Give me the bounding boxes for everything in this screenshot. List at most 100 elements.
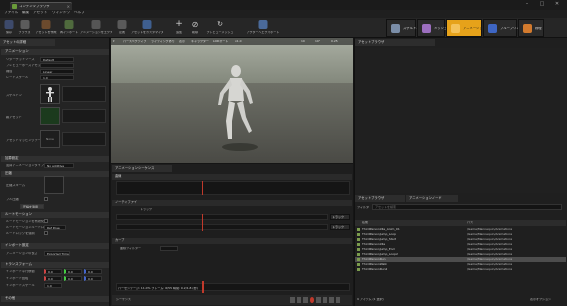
animation-length-dropdown[interactable]: Exported Time bbox=[44, 251, 70, 256]
section-curves[interactable]: 曲線 bbox=[112, 174, 352, 180]
skip-forward-icon[interactable] bbox=[329, 297, 334, 303]
create-asset-button[interactable]: アセットを作成 bbox=[34, 20, 58, 37]
import-scale-input[interactable]: 1.0 bbox=[44, 283, 62, 288]
minimize-button[interactable]: – bbox=[520, 1, 534, 8]
sequence-tab[interactable]: アニメーションシーケンス bbox=[112, 165, 172, 172]
import-translation-z[interactable]: 0.0 bbox=[84, 269, 102, 274]
enable-root-motion-checkbox[interactable] bbox=[44, 219, 48, 223]
define-button[interactable]: 定義 bbox=[114, 20, 130, 37]
asset-name: ThirdPersonJump_Start bbox=[362, 238, 397, 241]
step-forward-icon[interactable] bbox=[322, 297, 327, 303]
menu-asset[interactable]: アセット bbox=[33, 11, 47, 15]
curve-filter-input[interactable] bbox=[160, 246, 178, 251]
rotation-snap-button[interactable]: 10° bbox=[315, 40, 320, 43]
section-transform[interactable]: トランスフォーム bbox=[1, 262, 109, 268]
close-window-button[interactable]: ✕ bbox=[550, 1, 564, 8]
step-back-icon[interactable] bbox=[296, 297, 301, 303]
grid-snap-button[interactable]: 10 bbox=[301, 40, 305, 43]
customize-asset-button[interactable]: アセットをカスタマイズ bbox=[131, 20, 163, 37]
import-rotation-y[interactable]: 0.0 bbox=[64, 276, 82, 281]
import-rotation-x[interactable]: 0.0 bbox=[44, 276, 62, 281]
import-translation-y[interactable]: 0.0 bbox=[64, 269, 82, 274]
asset-row[interactable]: ThirdPersonRun2/Game/Mannequin/Animation… bbox=[355, 267, 566, 272]
preview-pose-field[interactable] bbox=[40, 63, 74, 68]
viewport[interactable]: ▾ パースペクティブ ライティングあり 表示 キャラクター LODオート x1.… bbox=[111, 38, 353, 163]
document-tab[interactable]: コンテンツブラウザ × bbox=[10, 2, 72, 10]
skeleton-picker[interactable] bbox=[62, 86, 106, 102]
compression-checkbox[interactable] bbox=[44, 197, 48, 201]
mapping-table-thumbnail[interactable]: None bbox=[40, 130, 60, 148]
notify-track-1[interactable] bbox=[116, 214, 328, 220]
scale-snap-button[interactable]: 0.25 bbox=[331, 40, 338, 43]
add-button[interactable]: + 追加 bbox=[172, 20, 186, 37]
section-animation[interactable]: アニメーション bbox=[1, 49, 109, 55]
maximize-button[interactable]: □ bbox=[535, 1, 549, 8]
parent-asset-thumbnail[interactable] bbox=[40, 107, 60, 125]
skip-back-icon[interactable] bbox=[290, 297, 295, 303]
scrub-playhead[interactable] bbox=[202, 281, 204, 293]
lit-button[interactable]: ライティングあり bbox=[151, 40, 175, 43]
remove-button[interactable]: ⊘ 削除 bbox=[188, 20, 202, 37]
additive-type-dropdown[interactable]: No additive bbox=[44, 163, 74, 168]
notify-track-2[interactable] bbox=[116, 224, 328, 230]
section-misc[interactable]: その他 bbox=[1, 296, 109, 302]
play-icon[interactable] bbox=[316, 297, 321, 303]
notify-track-2-menu[interactable]: トラック bbox=[330, 224, 350, 230]
asset-browser-tab[interactable]: アセットブラウザ bbox=[355, 195, 405, 202]
section-import[interactable]: インポート設定 bbox=[1, 243, 109, 249]
mode-skeleton[interactable]: スケルトン bbox=[386, 19, 419, 37]
export-animation-button[interactable]: アニメーションをエクスポート bbox=[80, 20, 112, 37]
view-options-button[interactable]: 表示オプション bbox=[530, 298, 551, 301]
details-tab[interactable]: アセットの詳細 bbox=[0, 39, 55, 46]
compression-scheme-thumbnail[interactable] bbox=[44, 176, 64, 194]
import-rotation-z[interactable]: 0.0 bbox=[84, 276, 102, 281]
mode-animation[interactable]: アニメーション bbox=[446, 19, 486, 37]
preview-mesh-button[interactable]: ↻ プレビューメッシュ bbox=[204, 20, 236, 37]
section-notifies[interactable]: ノーティファイ bbox=[112, 200, 352, 206]
rate-scale-input[interactable]: 1.0 bbox=[40, 75, 74, 80]
mode-physics[interactable]: 物理 bbox=[518, 19, 544, 37]
mapping-table-picker[interactable] bbox=[62, 132, 106, 146]
root-motion-lock-dropdown[interactable]: Ref Pose bbox=[44, 225, 66, 230]
force-root-lock-checkbox[interactable] bbox=[44, 231, 48, 235]
asset-path: /Game/Mannequin/Animations bbox=[467, 268, 513, 271]
retarget-source-dropdown[interactable]: Default bbox=[40, 57, 74, 62]
skeleton-thumbnail[interactable] bbox=[40, 84, 60, 104]
menu-window[interactable]: ウィンドウ bbox=[52, 11, 70, 15]
parent-asset-picker[interactable] bbox=[62, 109, 106, 123]
mode-blueprint[interactable]: ブループリント bbox=[483, 19, 523, 37]
apply-compression-button[interactable]: 圧縮を適用 bbox=[20, 204, 44, 209]
mesh-icon bbox=[422, 24, 431, 33]
reimport-button[interactable]: 再インポート bbox=[59, 20, 79, 37]
export-actor-button[interactable]: アクターへエクスポート bbox=[240, 20, 286, 37]
column-path[interactable]: パス bbox=[467, 221, 473, 224]
lod-button[interactable]: LODオート bbox=[213, 40, 228, 43]
section-root-motion[interactable]: ルートモーション bbox=[1, 212, 109, 218]
loop-icon[interactable] bbox=[335, 297, 340, 303]
preview-settings-tab[interactable]: アセットブラウザ bbox=[355, 39, 435, 46]
record-icon[interactable] bbox=[309, 297, 314, 303]
reverse-play-icon[interactable] bbox=[303, 297, 308, 303]
mode-mesh[interactable]: メッシュ bbox=[417, 19, 447, 37]
import-translation-x[interactable]: 0.0 bbox=[44, 269, 62, 274]
menu-edit[interactable]: 編集 bbox=[22, 11, 29, 15]
viewport-options-button[interactable]: ▾ bbox=[113, 40, 115, 43]
close-tab-icon[interactable]: × bbox=[67, 4, 70, 9]
section-curve-editor[interactable]: カーブ bbox=[112, 238, 352, 244]
section-additive[interactable]: 加算設定 bbox=[1, 156, 109, 162]
preview-mesh-label: プレビューメッシュ bbox=[206, 31, 234, 34]
asset-search-input[interactable] bbox=[372, 204, 562, 210]
perspective-button[interactable]: パースペクティブ bbox=[123, 40, 146, 43]
save-button[interactable]: 保存 bbox=[2, 20, 16, 37]
menu-help[interactable]: ヘルプ bbox=[74, 11, 85, 15]
playback-speed-button[interactable]: x1.0 bbox=[235, 40, 242, 43]
menu-file[interactable]: ファイル bbox=[4, 11, 18, 15]
show-button[interactable]: 表示 bbox=[179, 40, 185, 43]
notify-track-1-menu[interactable]: トラック bbox=[330, 214, 350, 220]
browse-button[interactable]: ブラウズ bbox=[16, 20, 33, 37]
anim-nodes-tab[interactable]: アニメーションノード bbox=[406, 195, 458, 202]
character-button[interactable]: キャラクター bbox=[191, 40, 209, 43]
column-name[interactable]: 名前 bbox=[362, 221, 368, 224]
interpolation-dropdown[interactable]: Linear bbox=[40, 69, 74, 74]
curve-track[interactable] bbox=[116, 181, 350, 195]
